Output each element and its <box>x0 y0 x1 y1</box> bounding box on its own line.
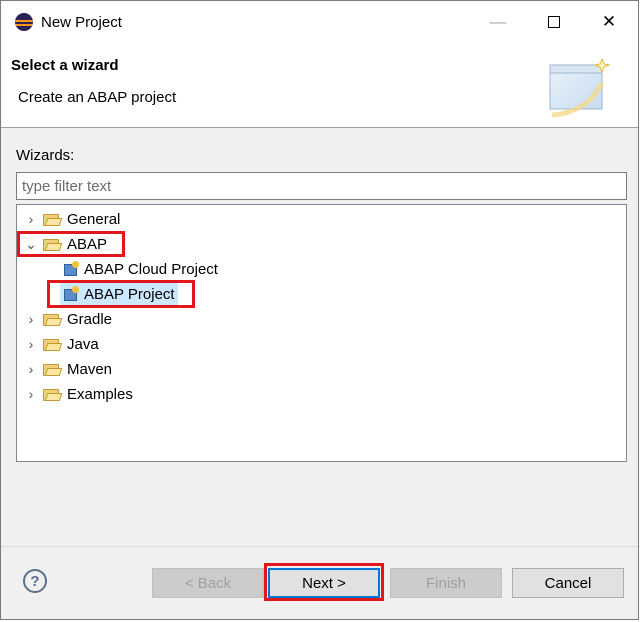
tree-item-label: Java <box>67 335 99 353</box>
folder-icon <box>43 363 63 376</box>
tree-item-abap-project[interactable]: ABAP Project <box>60 283 178 305</box>
close-button[interactable]: ✕ <box>586 1 632 43</box>
cancel-button[interactable]: Cancel <box>512 568 624 598</box>
tree-item-maven[interactable]: › Maven <box>23 358 112 380</box>
tree-item-gradle[interactable]: › Gradle <box>23 308 112 330</box>
tree-item-label: ABAP Project <box>84 285 175 303</box>
finish-button[interactable]: Finish <box>390 568 502 598</box>
chevron-right-icon[interactable]: › <box>23 211 39 227</box>
next-button[interactable]: Next > <box>268 568 380 598</box>
tree-item-label: ABAP Cloud Project <box>84 260 218 278</box>
header-description: Create an ABAP project <box>18 89 177 106</box>
wizards-label: Wizards: <box>16 147 75 164</box>
back-button[interactable]: < Back <box>152 568 264 598</box>
chevron-down-icon[interactable]: ⌄ <box>23 236 39 253</box>
eclipse-icon <box>15 13 33 31</box>
tree-item-label: Examples <box>67 385 133 403</box>
title-bar: New Project — ✕ <box>1 1 638 43</box>
abap-project-icon <box>63 286 79 302</box>
abap-project-icon <box>63 261 79 277</box>
tree-item-abap-cloud-project[interactable]: ABAP Cloud Project <box>63 258 218 280</box>
wizard-header: Select a wizard Create an ABAP project <box>1 43 638 128</box>
tree-item-java[interactable]: › Java <box>23 333 99 355</box>
tree-item-label: ABAP <box>67 235 108 253</box>
chevron-right-icon[interactable]: › <box>23 361 39 377</box>
maximize-button[interactable] <box>531 1 577 43</box>
help-icon: ? <box>30 572 40 590</box>
tree-item-label: Gradle <box>67 310 113 328</box>
tree-item-general[interactable]: › General <box>23 208 121 230</box>
chevron-right-icon[interactable]: › <box>23 311 39 327</box>
minimize-button[interactable]: — <box>475 1 521 43</box>
tree-item-examples[interactable]: › Examples <box>23 383 133 405</box>
tree-item-abap[interactable]: ⌄ ABAP <box>23 233 107 255</box>
tree-item-label: General <box>67 210 121 228</box>
wizard-tree[interactable]: › General ⌄ ABAP ABAP Cloud Project ABAP… <box>16 204 627 462</box>
close-icon: ✕ <box>601 12 617 31</box>
new-project-dialog: New Project — ✕ Select a wizard Create a… <box>0 0 639 620</box>
chevron-right-icon[interactable]: › <box>23 386 39 402</box>
folder-icon <box>43 238 63 251</box>
maximize-icon <box>548 16 560 28</box>
header-title: Select a wizard <box>11 57 119 74</box>
minimize-icon: — <box>489 12 507 31</box>
wizard-banner-icon <box>549 57 611 118</box>
folder-icon <box>43 313 63 326</box>
folder-icon <box>43 213 63 226</box>
chevron-right-icon[interactable]: › <box>23 336 39 352</box>
folder-icon <box>43 338 63 351</box>
tree-item-label: Maven <box>67 360 113 378</box>
folder-icon <box>43 388 63 401</box>
filter-input[interactable] <box>16 172 627 200</box>
help-button[interactable]: ? <box>23 569 47 593</box>
divider <box>1 546 638 547</box>
window-title: New Project <box>41 14 122 31</box>
